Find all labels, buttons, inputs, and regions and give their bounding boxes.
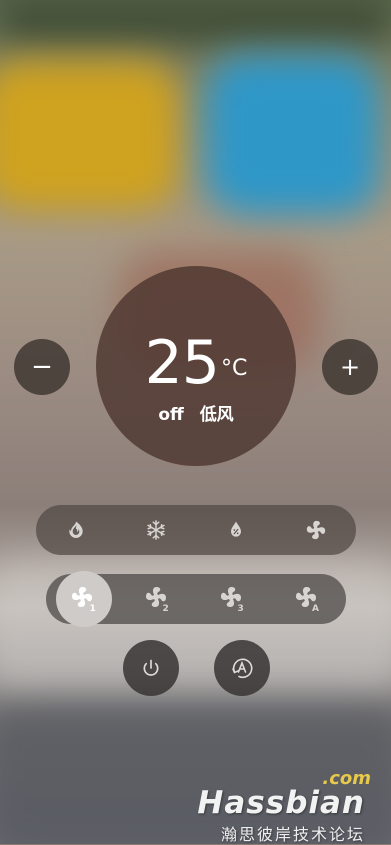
fan-icon: 2 bbox=[146, 587, 169, 612]
hvac-state: off bbox=[158, 405, 184, 425]
snowflake-icon bbox=[147, 520, 165, 540]
watermark-logo: .com Hassbian 瀚思彼岸技术论坛 bbox=[197, 768, 371, 845]
temperature-value: 25 bbox=[144, 328, 220, 398]
mode-cool-button[interactable] bbox=[136, 510, 176, 550]
temperature-dial: 25°C off 低风 bbox=[96, 266, 296, 466]
power-icon bbox=[143, 659, 159, 676]
watermark-brand: Hassbian bbox=[197, 785, 365, 821]
temperature-display: 25°C bbox=[96, 328, 296, 398]
water-drop-icon bbox=[231, 521, 241, 537]
fan-speed-3-button[interactable]: 3 bbox=[205, 574, 261, 624]
fan-speed-badge: 1 bbox=[90, 604, 96, 612]
increase-temperature-button[interactable]: + bbox=[322, 339, 378, 395]
fan-speed-badge: 3 bbox=[238, 604, 244, 612]
status-line: off 低风 bbox=[96, 400, 296, 425]
fan-speed-selector: 1 2 3 A bbox=[46, 571, 346, 627]
auto-mode-button[interactable] bbox=[214, 640, 270, 696]
fan-speed-1-button[interactable]: 1 bbox=[56, 571, 112, 627]
decrease-temperature-button[interactable]: − bbox=[14, 339, 70, 395]
fan-speed-badge: 2 bbox=[163, 604, 169, 612]
fan-speed-2-button[interactable]: 2 bbox=[130, 574, 186, 624]
flame-icon bbox=[69, 521, 83, 538]
plus-label: + bbox=[339, 353, 361, 381]
auto-mode-icon bbox=[232, 658, 253, 679]
fan-speed-auto-button[interactable]: A bbox=[280, 574, 336, 624]
power-button[interactable] bbox=[123, 640, 179, 696]
mode-dry-button[interactable] bbox=[216, 510, 256, 550]
fan-icon bbox=[306, 520, 326, 540]
fan-icon: 3 bbox=[221, 587, 244, 612]
minus-label: − bbox=[31, 352, 53, 382]
fan-speed-badge: A bbox=[312, 604, 319, 612]
fan-icon: 1 bbox=[72, 587, 96, 612]
fan-icon: A bbox=[296, 587, 319, 612]
fan-speed-status: 低风 bbox=[199, 405, 234, 425]
mode-heat-button[interactable] bbox=[56, 510, 96, 550]
mode-fan-button[interactable] bbox=[296, 510, 336, 550]
watermark-subtitle: 瀚思彼岸技术论坛 bbox=[220, 825, 365, 844]
hvac-mode-selector bbox=[36, 505, 356, 555]
temperature-unit: °C bbox=[220, 356, 248, 381]
